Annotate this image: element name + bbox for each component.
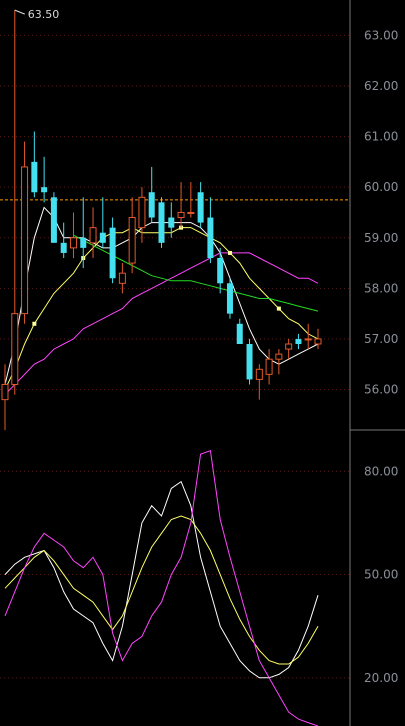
candle [226,278,233,319]
ma10-marker [32,321,37,326]
candle-body [285,343,293,350]
candle [217,247,224,294]
candle-body [11,313,19,385]
candle-body [275,353,283,360]
candle-body [304,338,312,341]
indicator-lines [4,450,319,726]
candle [295,333,302,350]
candle-body [295,338,302,344]
candle [50,192,57,243]
candle [158,197,165,248]
ma10-marker [227,250,232,255]
price-tick-label: 57.00 [364,332,398,346]
indicator-axis: 80.00 50.00 20.00 [349,430,398,726]
candle [11,10,19,395]
indicator-tick-label: 20.00 [364,671,398,685]
candle-body [60,242,67,253]
candle-body [236,323,243,344]
price-tick-label: 56.00 [364,383,398,397]
candle [236,318,243,344]
candle [177,182,185,228]
candle-body [128,217,136,264]
ma20-indicator-line [4,450,319,726]
candle-body [265,358,273,375]
candle [197,182,204,228]
candle [80,197,87,269]
candle [21,141,29,324]
indicator-tick-label: 80.00 [364,464,398,478]
candle [69,212,77,258]
candle [265,349,273,385]
high-annotation: 63.50 [14,8,60,21]
candle [41,156,48,203]
candle-body [1,383,9,401]
price-tick-label: 60.00 [364,180,398,194]
price-tick-label: 63.00 [364,28,398,42]
candle [207,197,214,264]
candle-body [118,272,126,284]
ma5-indicator-line [4,480,319,679]
candle [246,338,253,385]
ma10-marker [276,306,281,311]
candle [109,217,116,284]
candle-body [158,202,165,243]
candle [31,131,38,198]
candle-body [255,368,263,380]
candle-body [138,196,146,229]
candlesticks [1,10,322,430]
candle-body [89,227,97,244]
candle [314,328,322,350]
price-axis: 63.00 62.00 61.00 60.00 59.00 58.00 57.00 56.00 [349,0,398,430]
candle [304,323,312,350]
candle-body [80,237,87,248]
price-tick-label: 61.00 [364,130,398,144]
candle [285,338,293,360]
candle-body [50,197,57,243]
candle-body [177,211,185,219]
candle [60,222,67,258]
candle [118,263,126,294]
price-tick-label: 59.00 [364,231,398,245]
candle-body [41,187,48,193]
price-tick-label: 58.00 [364,281,398,295]
candle-body [21,166,29,315]
candle [128,197,136,274]
stock-chart: 63.00 62.00 61.00 60.00 59.00 58.00 57.00 56.00… [0,0,405,726]
indicator-grid [0,470,350,679]
high-label: 63.50 [28,8,60,21]
candle-body [314,338,322,345]
candle [148,166,155,223]
candle-body [197,192,204,223]
high-leader [14,9,25,15]
candle-body [226,283,233,314]
candle-body [148,192,155,218]
indicator-tick-label: 50.00 [364,568,398,582]
candle-body [246,344,253,380]
candle [255,364,263,400]
candle-body [168,217,175,228]
candle-body [217,258,224,284]
candle-body [69,237,77,249]
candle-body [187,211,195,214]
price-tick-label: 62.00 [364,79,398,93]
candle-body [109,227,116,279]
candle [275,349,283,375]
candle [138,187,146,243]
candle [99,197,106,248]
candle-body [99,232,106,243]
candle-body [207,217,214,258]
candle-body [31,161,38,193]
